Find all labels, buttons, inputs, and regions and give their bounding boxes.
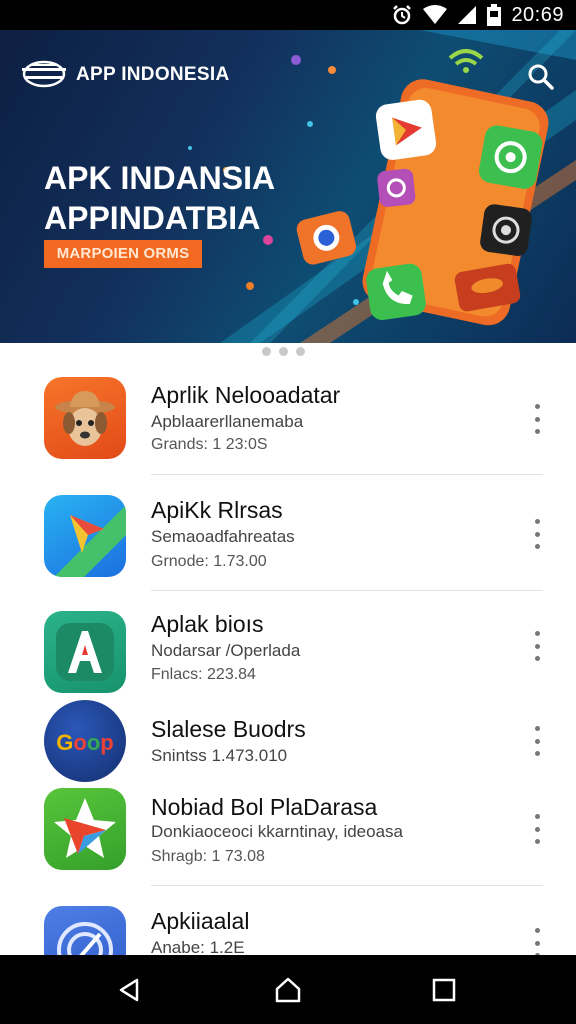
carousel-dot[interactable] bbox=[296, 347, 305, 356]
more-options-icon[interactable] bbox=[528, 404, 546, 434]
more-options-icon[interactable] bbox=[528, 631, 546, 661]
app-meta: Grnode: 1.73.00 bbox=[151, 553, 267, 570]
recents-button[interactable] bbox=[404, 955, 484, 1024]
app-meta: Grands: 1 23:0S bbox=[151, 436, 268, 453]
more-options-icon[interactable] bbox=[528, 814, 546, 844]
hero-banner[interactable]: APP INDONESIA APK INDANSIA APPINDATBIA M… bbox=[0, 30, 576, 343]
alarm-icon bbox=[393, 5, 412, 25]
app-subtitle: Donkiaoceoci kkarntinay, ideoasa bbox=[151, 822, 403, 841]
list-item[interactable]: Goop Slalese Buodrs Snintss 1.473.010 bbox=[0, 696, 576, 782]
clock: 20:69 bbox=[511, 3, 564, 26]
app-title: Aprlik Nelooadatar bbox=[151, 382, 341, 408]
app-title: Apkiiaalal bbox=[151, 908, 250, 934]
app-title: ApiKk Rlrsas bbox=[151, 497, 283, 523]
list-item[interactable]: Aplak bioıs Nodarsar /Operlada Fnlacs: 2… bbox=[0, 591, 576, 696]
back-icon bbox=[119, 978, 139, 1001]
maps-arrow-icon bbox=[44, 495, 126, 577]
hero-headline-line-1: APK INDANSIA bbox=[44, 160, 276, 196]
more-options-icon[interactable] bbox=[528, 928, 546, 958]
list-item[interactable]: ApiKk Rlrsas Semaoadfahreatas Grnode: 1.… bbox=[0, 475, 576, 591]
app-meta: Fnlacs: 223.84 bbox=[151, 666, 256, 683]
hero-headline: APK INDANSIA APPINDATBIA bbox=[44, 158, 344, 238]
app-subtitle: Snintss 1.473.010 bbox=[151, 746, 288, 765]
carousel-dot[interactable] bbox=[279, 347, 288, 356]
app-title: Aplak bioıs bbox=[151, 611, 264, 637]
battery-icon bbox=[487, 4, 502, 26]
list-item[interactable]: Aprlik Nelooadatar Apblaarerllanemaba Gr… bbox=[0, 360, 576, 475]
star-plane-icon bbox=[44, 788, 126, 870]
home-icon bbox=[275, 977, 301, 1002]
list-item[interactable]: Apkiiaalal Anabe: 1.2E bbox=[0, 886, 576, 988]
recents-icon bbox=[432, 978, 456, 1001]
wifi-icon bbox=[423, 5, 448, 24]
app-meta: Shragb: 1 73.08 bbox=[151, 848, 265, 865]
app-title: Slalese Buodrs bbox=[151, 716, 306, 742]
brand-name: APP INDONESIA bbox=[76, 64, 230, 85]
signal-icon bbox=[458, 6, 477, 24]
more-options-icon[interactable] bbox=[528, 519, 546, 549]
carousel-indicator bbox=[262, 347, 305, 356]
app-subtitle: Apblaarerllanemaba bbox=[151, 412, 304, 431]
cowboy-dog-icon bbox=[44, 377, 126, 459]
more-options-icon[interactable] bbox=[528, 726, 546, 756]
letter-a-icon bbox=[44, 611, 126, 693]
app-subtitle: Nodarsar /Operlada bbox=[151, 641, 301, 660]
svg-text:Goop: Goop bbox=[56, 730, 113, 755]
app-subtitle: Semaoadfahreatas bbox=[151, 527, 295, 546]
home-button[interactable] bbox=[248, 955, 328, 1024]
hero-badge[interactable]: MARPOIEN ORMS bbox=[44, 240, 202, 268]
search-icon[interactable] bbox=[528, 64, 554, 90]
hero-headline-line-2: APPINDATBIA bbox=[44, 200, 261, 236]
carousel-dot[interactable] bbox=[262, 347, 271, 356]
navigation-bar bbox=[0, 955, 576, 1024]
list-item[interactable]: Nobiad Bol PlaDarasa Donkiaoceoci kkarnt… bbox=[0, 780, 576, 886]
back-button[interactable] bbox=[90, 955, 170, 1024]
app-title: Nobiad Bol PlaDarasa bbox=[151, 794, 378, 820]
brand-logo-icon bbox=[22, 60, 66, 88]
goop-logo-icon: Goop bbox=[44, 700, 126, 782]
status-bar: 20:69 bbox=[0, 0, 576, 30]
